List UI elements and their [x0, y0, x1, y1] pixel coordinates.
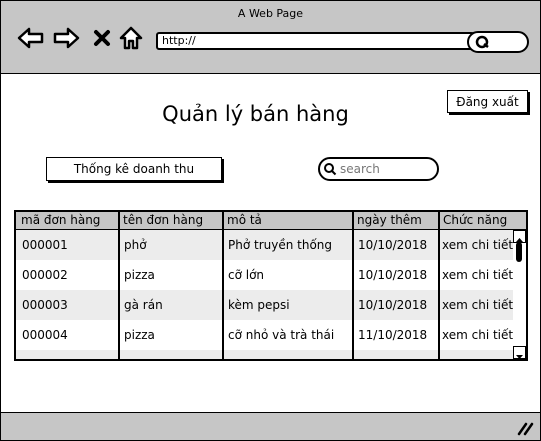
status-bar [1, 412, 540, 440]
search-input[interactable] [340, 162, 432, 176]
cell-order-id: 000001 [22, 238, 68, 252]
url-input[interactable]: http:// [156, 32, 479, 50]
search-icon [323, 162, 337, 179]
cell-order-name: gà rán [124, 298, 163, 312]
scrollbar-thumb[interactable] [516, 242, 522, 262]
cell-date-added: 10/10/2018 [358, 268, 428, 282]
search-icon [475, 34, 491, 54]
table-header: mã đơn hàng tên đơn hàng mô tả ngày thêm… [16, 212, 526, 230]
column-header-order-id[interactable]: mã đơn hàng [18, 212, 118, 229]
cell-description: kèm pepsi [228, 298, 290, 312]
orders-table: mã đơn hàng tên đơn hàng mô tả ngày thêm… [14, 210, 528, 361]
browser-window: A Web Page http:// Đăng xuất Quản lý bán… [0, 0, 541, 441]
search-box[interactable] [318, 157, 439, 181]
column-divider [438, 212, 440, 359]
resize-grip-icon[interactable] [516, 420, 534, 440]
column-header-description[interactable]: mô tả [224, 212, 352, 229]
back-arrow-icon[interactable] [17, 23, 45, 53]
revenue-stats-button[interactable]: Thống kê doanh thu [46, 157, 222, 181]
scroll-down-button[interactable] [513, 346, 526, 359]
cell-order-name: pizza [124, 268, 155, 282]
cell-order-id: 000004 [22, 328, 68, 342]
window-title: A Web Page [237, 7, 304, 20]
column-header-actions[interactable]: Chức năng [440, 212, 513, 229]
cell-description: cỡ lớn [228, 268, 265, 282]
view-detail-link[interactable]: xem chi tiết [440, 290, 513, 320]
view-detail-link[interactable]: xem chi tiết [440, 320, 513, 350]
browser-search-button[interactable] [467, 31, 529, 53]
cell-order-id: 000003 [22, 298, 68, 312]
cell-order-name: pizza [124, 328, 155, 342]
cell-order-id: 000002 [22, 268, 68, 282]
column-divider [222, 212, 224, 359]
view-detail-link[interactable]: xem chi tiết [440, 230, 513, 260]
column-divider [352, 212, 354, 359]
column-header-date-added[interactable]: ngày thêm [354, 212, 438, 229]
page-title: Quản lý bán hàng [162, 102, 349, 126]
cell-order-name: phở [124, 238, 147, 252]
column-divider [118, 212, 120, 359]
cell-description: cỡ nhỏ và trà thái [228, 328, 335, 342]
cell-date-added: 10/10/2018 [358, 298, 428, 312]
close-icon[interactable] [88, 23, 116, 53]
home-icon[interactable] [117, 23, 145, 53]
column-header-order-name[interactable]: tên đơn hàng [120, 212, 222, 229]
view-detail-link[interactable]: xem chi tiết [440, 260, 513, 290]
cell-date-added: 10/10/2018 [358, 238, 428, 252]
browser-chrome: A Web Page http:// [1, 1, 540, 74]
cell-description: Phở truyền thống [228, 238, 333, 252]
cell-date-added: 11/10/2018 [358, 328, 428, 342]
forward-arrow-icon[interactable] [52, 23, 80, 53]
